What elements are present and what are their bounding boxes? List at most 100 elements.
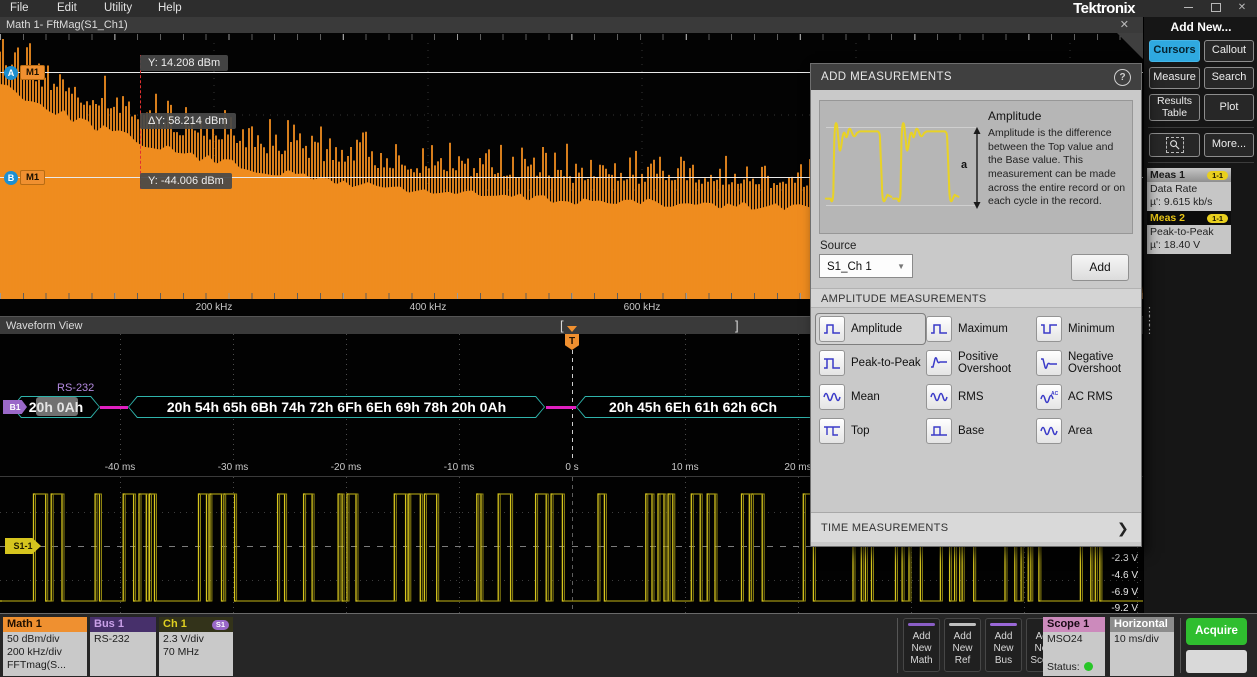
source-label: Source — [820, 240, 856, 252]
dialog-titlebar[interactable]: ADD MEASUREMENTS — [811, 64, 1141, 90]
measure-item-maximum[interactable]: Maximum — [926, 316, 1036, 342]
measurement-grid: Amplitude Maximum Minimum Peak-to-Peak P… — [819, 316, 1133, 444]
measure-item-ac-rms[interactable]: AC AC RMS — [1036, 384, 1133, 410]
scope1-badge[interactable]: Scope 1 MSO24 Status: — [1043, 617, 1105, 674]
math-view-title: Math 1- FftMag(S1_Ch1) — [6, 19, 128, 31]
measure-item-top[interactable]: Top — [819, 418, 926, 444]
sidebar-callout-button[interactable]: Callout — [1204, 40, 1254, 62]
ch1-title: Ch 1 — [163, 617, 187, 632]
chevron-down-icon: ▼ — [897, 255, 905, 279]
arrow-label: a — [961, 159, 967, 171]
help-icon[interactable]: ? — [1114, 69, 1131, 86]
meas2-badge[interactable]: Meas 2 1-1 Peak-to-Peakµ': 18.40 V — [1147, 211, 1231, 254]
meas2-type: Peak-to-Peak — [1150, 226, 1228, 239]
meas2-value: µ': 18.40 V — [1150, 239, 1228, 252]
math-view-close-icon[interactable]: ✕ — [1120, 18, 1129, 31]
sidebar-zoom-tool-button[interactable] — [1149, 133, 1200, 157]
amplitude-icon — [819, 316, 845, 342]
meas2-name: Meas 2 — [1150, 212, 1185, 224]
meas1-type: Data Rate — [1150, 183, 1228, 196]
meas1-badge[interactable]: Meas 11-1 Data Rateµ': 9.615 kb/s — [1147, 168, 1231, 211]
scope1-model: MSO24 — [1047, 633, 1101, 646]
time-section-header[interactable]: TIME MEASUREMENTS ❯ — [811, 512, 1141, 542]
scope1-status-label: Status: — [1047, 661, 1080, 673]
cursor-a-handle[interactable]: A M1 — [4, 65, 45, 80]
maximum-icon — [926, 316, 952, 342]
menu-help[interactable]: Help — [158, 2, 182, 14]
bus-protocol-label: RS-232 — [57, 382, 94, 394]
menu-utility[interactable]: Utility — [104, 2, 132, 14]
freq-tick-400k: 400 kHz — [410, 302, 447, 313]
sidebar-plot-button[interactable]: Plot — [1204, 94, 1254, 121]
add-new-math-button[interactable]: Add New Math — [903, 618, 940, 672]
panel-resize-handle[interactable]: ⋮⋮⋮ — [1144, 308, 1150, 336]
sidebar-measure-button[interactable]: Measure — [1149, 67, 1200, 89]
cursor-a-readout: Y: 14.208 dBm — [140, 55, 228, 71]
add-new-bus-button[interactable]: Add New Bus — [985, 618, 1022, 672]
bus1-badge[interactable]: Bus 1 RS-232 — [90, 617, 156, 674]
trigger-position-line — [572, 334, 573, 460]
minimum-icon — [1036, 316, 1062, 342]
bus1-protocol: RS-232 — [94, 633, 152, 646]
preview-description: Amplitude is the difference between the … — [988, 127, 1126, 209]
amplitude-arrow — [972, 127, 982, 209]
measure-item-area[interactable]: Area — [1036, 418, 1133, 444]
cursor-b-handle[interactable]: B M1 — [4, 170, 45, 185]
sidebar-more-button[interactable]: More... — [1204, 133, 1254, 157]
bus-packet: 20h 54h 65h 6Bh 74h 72h 6Fh 6Eh 69h 78h … — [128, 396, 545, 418]
fft-top-ticks — [0, 34, 1143, 40]
cursor-b-source-tag: M1 — [20, 170, 45, 185]
volt-tick: -4.6 V — [1111, 570, 1138, 581]
math1-scale: 50 dBm/div — [7, 633, 83, 646]
measure-item-positive-overshoot[interactable]: Positive Overshoot — [926, 350, 1036, 376]
meas2-count-pill: 1-1 — [1207, 214, 1228, 223]
preview-waveform — [824, 103, 964, 227]
measure-item-base[interactable]: Base — [926, 418, 1036, 444]
freq-tick-200k: 200 kHz — [196, 302, 233, 313]
time-tick: 20 ms — [784, 462, 811, 473]
restore-icon[interactable] — [1207, 2, 1225, 13]
negative-overshoot-icon — [1036, 350, 1062, 376]
cursor-a-source-tag: M1 — [20, 65, 45, 80]
add-new-sidebar: Add New... Cursors Callout Measure Searc… — [1143, 17, 1257, 613]
acquire-button[interactable]: Acquire — [1186, 618, 1247, 645]
menu-edit[interactable]: Edit — [57, 2, 77, 14]
zoom-corner-button[interactable] — [1117, 33, 1143, 59]
volt-tick: -2.3 V — [1111, 553, 1138, 564]
measure-item-negative-overshoot[interactable]: Negative Overshoot — [1036, 350, 1133, 376]
preview-title: Amplitude — [988, 109, 1041, 123]
ch1-source-pill: S1 — [212, 620, 229, 630]
source-dropdown[interactable]: S1_Ch 1 ▼ — [819, 254, 913, 278]
close-icon[interactable]: ✕ — [1233, 2, 1251, 13]
math1-badge[interactable]: Math 1 50 dBm/div 200 kHz/div FFTmag(S..… — [3, 617, 87, 674]
svg-text:AC: AC — [1051, 391, 1058, 397]
sidebar-results-table-button[interactable]: Results Table — [1149, 94, 1200, 121]
measure-item-amplitude[interactable]: Amplitude — [815, 313, 926, 345]
measure-item-minimum[interactable]: Minimum — [1036, 316, 1133, 342]
positive-overshoot-icon — [926, 350, 952, 376]
ch1-badge[interactable]: Ch 1 S1 2.3 V/div 70 MHz — [159, 617, 233, 674]
area-icon — [1036, 418, 1062, 444]
menu-bar: File Edit Utility Help Tektronix ✕ — [0, 0, 1257, 18]
measure-item-rms[interactable]: RMS — [926, 384, 1036, 410]
secondary-acquire-button[interactable] — [1186, 650, 1247, 673]
freq-tick-600k: 600 kHz — [624, 302, 661, 313]
trigger-arrow-icon — [567, 326, 577, 332]
peak-to-peak-icon — [819, 350, 845, 376]
menu-file[interactable]: File — [10, 2, 29, 14]
bus-packet-text: 20h 54h 65h 6Bh 74h 72h 6Fh 6Eh 69h 78h … — [129, 397, 544, 417]
minimize-icon[interactable] — [1179, 2, 1197, 13]
bus1-title: Bus 1 — [90, 617, 156, 632]
horizontal-badge[interactable]: Horizontal 10 ms/div — [1110, 617, 1174, 674]
measure-item-peak-to-peak[interactable]: Peak-to-Peak — [819, 350, 926, 376]
source-value: S1_Ch 1 — [827, 261, 872, 273]
math1-function: FFTmag(S... — [7, 659, 83, 672]
sidebar-search-button[interactable]: Search — [1204, 67, 1254, 89]
zoom-bracket-left: [ — [560, 318, 564, 333]
sidebar-cursors-button[interactable]: Cursors — [1149, 40, 1200, 62]
add-new-ref-button[interactable]: Add New Ref — [944, 618, 981, 672]
math1-title: Math 1 — [3, 617, 87, 632]
add-button[interactable]: Add — [1071, 254, 1129, 281]
measure-item-mean[interactable]: Mean — [819, 384, 926, 410]
trigger-marker[interactable]: T — [565, 334, 579, 350]
